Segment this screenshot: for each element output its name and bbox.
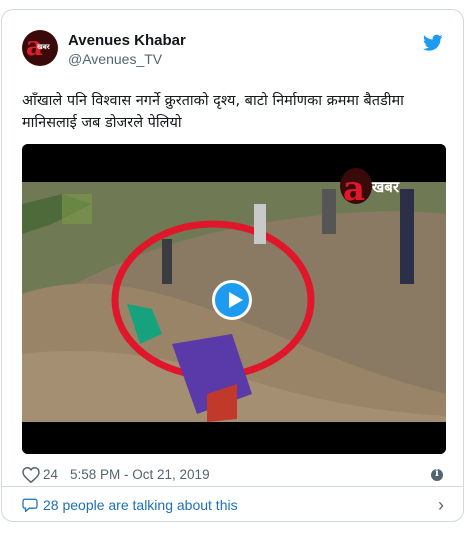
- tweet-meta: 24 5:58 PM - Oct 21, 2019: [22, 466, 446, 486]
- divider: [2, 486, 463, 487]
- like-count[interactable]: 24: [43, 467, 58, 482]
- watermark-word: खबर: [371, 178, 400, 196]
- avatar-logo-word: खबर: [37, 43, 50, 51]
- tweet-text: आँखाले पनि विश्वास नगर्ने क्रुरताको दृश्…: [22, 93, 404, 131]
- twitter-bird-icon[interactable]: [423, 34, 443, 52]
- conversation-link[interactable]: 28 people are talking about this ›: [22, 495, 446, 517]
- timestamp[interactable]: 5:58 PM - Oct 21, 2019: [70, 467, 210, 482]
- conversation-label: 28 people are talking about this: [43, 497, 238, 513]
- avatar[interactable]: a खबर: [22, 30, 58, 66]
- tweet-card: a खबर Avenues Khabar @Avenues_TV आँखाले …: [1, 9, 464, 522]
- speech-bubble-icon: [22, 498, 38, 512]
- info-icon[interactable]: [431, 468, 443, 481]
- video-player[interactable]: a खबर: [22, 144, 446, 454]
- watermark-letter: a: [343, 169, 365, 209]
- author-name[interactable]: Avenues Khabar: [68, 32, 186, 49]
- author-handle[interactable]: @Avenues_TV: [68, 51, 162, 67]
- play-icon[interactable]: [212, 280, 252, 320]
- chevron-right-icon: ›: [438, 495, 444, 515]
- heart-icon[interactable]: [22, 467, 40, 483]
